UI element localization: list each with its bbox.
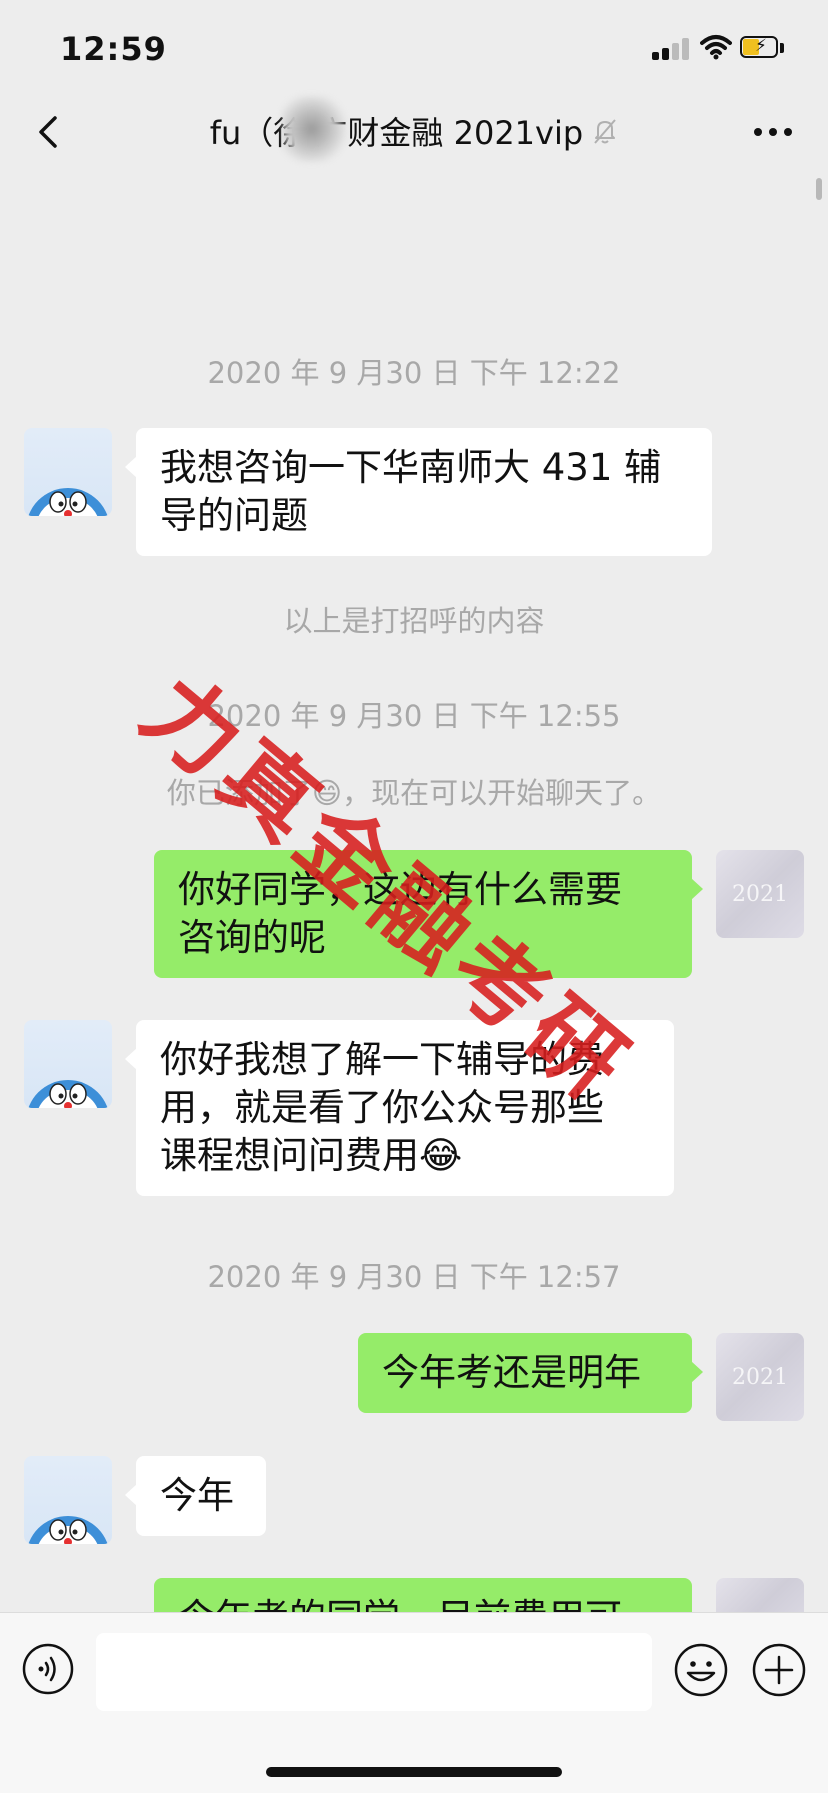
system-text: 你已添加了 xyxy=(166,776,312,810)
message-timestamp: 2020 年 9 月30 日 下午 12:55 xyxy=(207,699,621,733)
outgoing-message-bubble[interactable]: 今年考还是明年 xyxy=(358,1333,703,1413)
chat-title: fu（徐 广财金融 2021vip xyxy=(209,114,584,152)
message-text: 咨询的呢 xyxy=(178,916,326,959)
incoming-message-bubble[interactable]: 今年 xyxy=(125,1456,266,1536)
wifi-icon xyxy=(700,35,732,60)
status-bar: 12:59 ⚡ xyxy=(0,0,828,96)
message-text-part: 课程想问问费用 xyxy=(160,1134,419,1177)
redaction-blur xyxy=(282,96,348,162)
chat-header: fu（徐 广财金融 2021vip xyxy=(0,96,828,172)
message-text: 课程想问问费用😂 xyxy=(160,1132,650,1180)
message-text: 导的问题 xyxy=(160,494,308,537)
message-text: 你好同学，这边有什么需要 xyxy=(178,868,622,911)
system-message: 你已添加了😄，现在可以开始聊天了。 xyxy=(0,770,828,812)
cellular-signal-icon xyxy=(652,38,690,60)
input-bar xyxy=(0,1612,828,1793)
message-timestamp: 2020 年 9 月30 日 下午 12:22 xyxy=(207,356,621,390)
incoming-message-bubble[interactable]: 我想咨询一下华南师大 431 辅 导的问题 xyxy=(125,428,712,556)
system-text: ，现在可以开始聊天了。 xyxy=(342,776,662,810)
message-text: 用，就是看了你公众号那些 xyxy=(160,1086,604,1129)
status-time: 12:59 xyxy=(60,30,167,68)
avatar-mark: 2021 xyxy=(732,882,788,907)
doraemon-avatar-icon xyxy=(28,1516,108,1544)
plus-circle-icon[interactable] xyxy=(752,1643,806,1697)
my-avatar[interactable]: 2021 xyxy=(716,1333,804,1421)
scrollbar-thumb[interactable] xyxy=(816,178,822,200)
more-options-icon[interactable] xyxy=(748,112,798,152)
message-text: 今年考还是明年 xyxy=(382,1351,641,1394)
home-indicator[interactable] xyxy=(266,1767,562,1777)
back-chevron-icon[interactable] xyxy=(28,110,72,154)
avatar-mark: 2021 xyxy=(732,1365,788,1390)
system-message: 以上是打招呼的内容 xyxy=(283,604,545,638)
smiley-icon[interactable] xyxy=(674,1643,728,1697)
doraemon-avatar-icon xyxy=(28,1080,108,1108)
grinning-emoji: 😄 xyxy=(311,776,343,810)
battery-icon: ⚡ xyxy=(740,36,786,60)
message-text: 我想咨询一下华南师大 431 辅 xyxy=(160,446,662,489)
message-text: 你好我想了解一下辅导的费 xyxy=(160,1038,604,1081)
contact-avatar[interactable] xyxy=(24,1456,112,1544)
voice-icon[interactable] xyxy=(22,1643,74,1695)
contact-avatar[interactable] xyxy=(24,1020,112,1108)
my-avatar[interactable]: 2021 xyxy=(716,850,804,938)
message-text: 今年 xyxy=(160,1474,234,1517)
doraemon-avatar-icon xyxy=(28,488,108,516)
incoming-message-bubble[interactable]: 你好我想了解一下辅导的费 用，就是看了你公众号那些 课程想问问费用😂 xyxy=(125,1020,674,1196)
message-timestamp: 2020 年 9 月30 日 下午 12:57 xyxy=(207,1260,621,1294)
contact-avatar[interactable] xyxy=(24,428,112,516)
laughing-emoji: 😂 xyxy=(419,1134,463,1177)
bell-off-icon xyxy=(594,119,617,144)
chat-title-area: fu（徐 广财金融 2021vip xyxy=(150,108,678,158)
message-input[interactable] xyxy=(96,1633,652,1711)
outgoing-message-bubble[interactable]: 你好同学，这边有什么需要 咨询的呢 xyxy=(154,850,703,978)
